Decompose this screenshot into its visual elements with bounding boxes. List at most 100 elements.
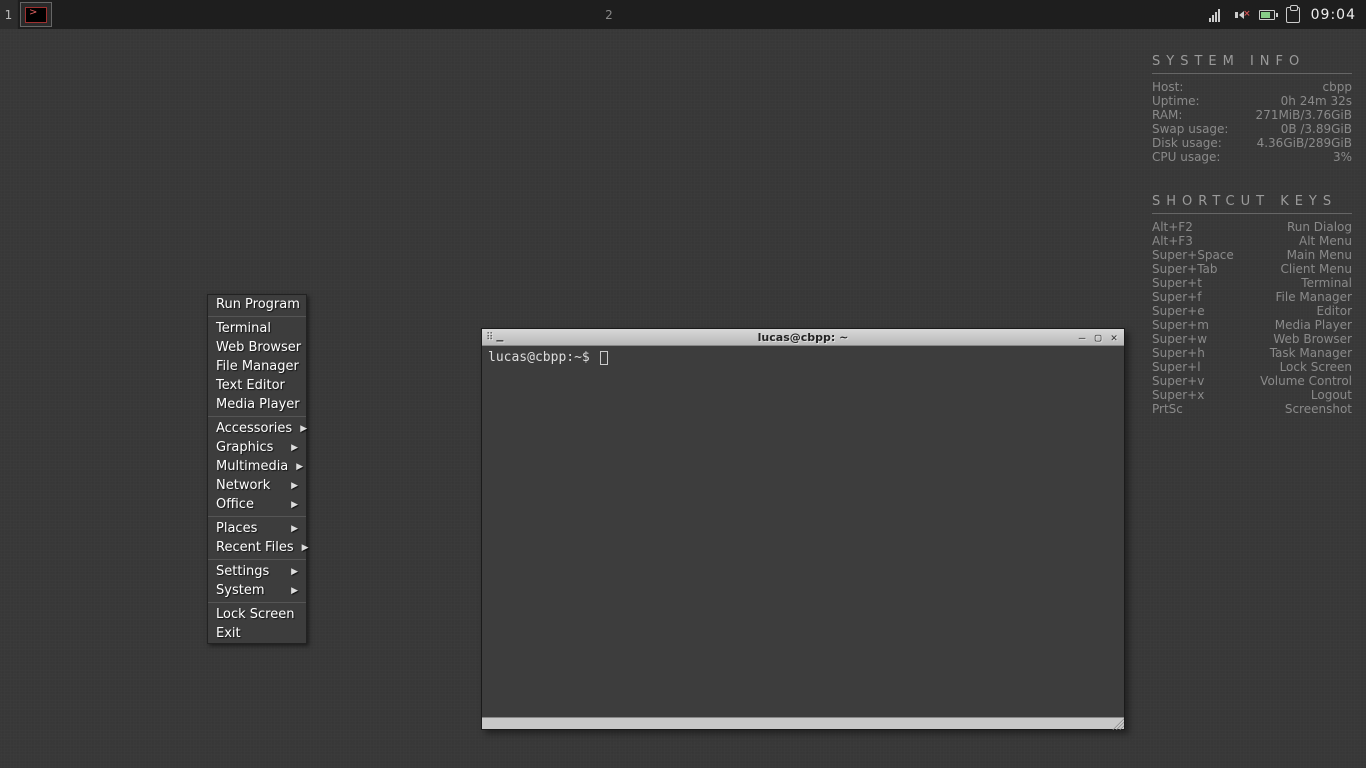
shortcut-row: Super+v Volume Control: [1152, 374, 1352, 388]
submenu-arrow-icon: ▶: [291, 586, 298, 596]
conky-system-info: SYSTEM INFO Host:cbppUptime:0h 24m 32sRA…: [1152, 54, 1352, 164]
menu-item-label: Settings: [216, 564, 269, 579]
window-titlebar[interactable]: ⠿ _ lucas@cbpp: ~ — ▢ ✕: [482, 329, 1124, 346]
submenu-arrow-icon: ▶: [291, 500, 298, 510]
clock[interactable]: 09:04: [1311, 7, 1356, 23]
menu-item-media-player[interactable]: Media Player: [208, 395, 306, 414]
sysinfo-key: Host:: [1152, 80, 1183, 94]
shortcut-value: Web Browser: [1273, 332, 1352, 346]
shortcut-value: Terminal: [1301, 276, 1352, 290]
menu-item-graphics[interactable]: Graphics ▶: [208, 438, 306, 457]
sysinfo-key: RAM:: [1152, 108, 1182, 122]
menu-item-system[interactable]: System ▶: [208, 581, 306, 600]
menu-item-places[interactable]: Places ▶: [208, 519, 306, 538]
submenu-arrow-icon: ▶: [300, 424, 307, 434]
sysinfo-key: Disk usage:: [1152, 136, 1222, 150]
menu-item-label: System: [216, 583, 264, 598]
shortcut-key: Super+Space: [1152, 248, 1234, 262]
workspace-2[interactable]: 2: [600, 0, 618, 29]
shortcut-row: Alt+F3Alt Menu: [1152, 234, 1352, 248]
shortcut-row: Super+e Editor: [1152, 304, 1352, 318]
root-menu: Run Program Terminal Web Browser File Manag…: [207, 294, 307, 644]
taskbar-terminal-icon[interactable]: [20, 2, 52, 27]
shortcut-row: PrtSc Screenshot: [1152, 402, 1352, 416]
menu-item-lock-screen[interactable]: Lock Screen: [208, 605, 306, 624]
shortcut-key: Super+v: [1152, 374, 1204, 388]
sysinfo-row: CPU usage:3%: [1152, 150, 1352, 164]
shortcut-value: File Manager: [1276, 290, 1353, 304]
submenu-arrow-icon: ▶: [291, 443, 298, 453]
menu-item-text-editor[interactable]: Text Editor: [208, 376, 306, 395]
menu-item-network[interactable]: Network▶: [208, 476, 306, 495]
shortcut-value: Media Player: [1275, 318, 1352, 332]
shortcut-key: Super+l: [1152, 360, 1201, 374]
submenu-arrow-icon: ▶: [291, 481, 298, 491]
window-close-button[interactable]: ✕: [1108, 331, 1120, 344]
system-tray: × 09:04: [1207, 0, 1366, 29]
window-shade-icon[interactable]: _: [496, 330, 503, 341]
menu-item-settings[interactable]: Settings▶: [208, 562, 306, 581]
menu-item-label: Web Browser: [216, 340, 301, 355]
terminal-body[interactable]: lucas@cbpp:~$: [482, 346, 1124, 717]
shortcut-key: PrtSc: [1152, 402, 1183, 416]
menu-separator: [208, 316, 306, 317]
menu-item-multimedia[interactable]: Multimedia▶: [208, 457, 306, 476]
sysinfo-row: Disk usage: 4.36GiB/289GiB: [1152, 136, 1352, 150]
shortcut-key: Super+Tab: [1152, 262, 1218, 276]
shortcut-value: Volume Control: [1260, 374, 1352, 388]
window-minimize-button[interactable]: —: [1076, 331, 1088, 344]
sysinfo-key: Uptime:: [1152, 94, 1200, 108]
shortcut-key: Super+e: [1152, 304, 1205, 318]
menu-separator: [208, 602, 306, 603]
menu-item-office[interactable]: Office▶: [208, 495, 306, 514]
menu-item-exit[interactable]: Exit: [208, 624, 306, 643]
terminal-window: ⠿ _ lucas@cbpp: ~ — ▢ ✕ lucas@cbpp:~$: [481, 328, 1125, 730]
shortcut-row: Super+hTask Manager: [1152, 346, 1352, 360]
submenu-arrow-icon: ▶: [291, 524, 298, 534]
menu-item-web-browser[interactable]: Web Browser: [208, 338, 306, 357]
shortcut-key: Alt+F3: [1152, 234, 1193, 248]
shortcut-key: Alt+F2: [1152, 220, 1193, 234]
menu-item-label: Media Player: [216, 397, 300, 412]
shortcut-value: Screenshot: [1285, 402, 1352, 416]
shortcut-value: Logout: [1311, 388, 1352, 402]
menu-item-recent-files[interactable]: Recent Files▶: [208, 538, 306, 557]
clipboard-icon[interactable]: [1285, 7, 1301, 23]
menu-item-label: Multimedia: [216, 459, 288, 474]
menu-item-label: Places: [216, 521, 257, 536]
shortcut-value: Client Menu: [1280, 262, 1352, 276]
top-panel: 1 2 × 09:04: [0, 0, 1366, 29]
shortcut-value: Lock Screen: [1280, 360, 1352, 374]
window-title: lucas@cbpp: ~: [482, 331, 1124, 344]
menu-separator: [208, 416, 306, 417]
network-signal-icon[interactable]: [1207, 7, 1223, 23]
menu-item-label: Run Program: [216, 297, 300, 312]
volume-muted-icon[interactable]: ×: [1233, 7, 1249, 23]
shortcut-key: Super+m: [1152, 318, 1209, 332]
menu-item-terminal[interactable]: Terminal: [208, 319, 306, 338]
menu-item-accessories[interactable]: Accessories▶: [208, 419, 306, 438]
menu-item-label: Exit: [216, 626, 241, 641]
window-menu-icon[interactable]: ⠿: [486, 332, 492, 343]
terminal-scrollbar[interactable]: [1112, 346, 1124, 717]
sysinfo-value: 0B /3.89GiB: [1281, 122, 1352, 136]
shortcut-key: Super+f: [1152, 290, 1201, 304]
system-info-heading: SYSTEM INFO: [1152, 54, 1352, 74]
window-resize-grip[interactable]: [1112, 718, 1124, 730]
window-maximize-button[interactable]: ▢: [1092, 331, 1104, 344]
sysinfo-value: 3%: [1333, 150, 1352, 164]
shortcut-value: Editor: [1316, 304, 1352, 318]
menu-item-file-manager[interactable]: File Manager: [208, 357, 306, 376]
sysinfo-value: 4.36GiB/289GiB: [1257, 136, 1352, 150]
sysinfo-row: Swap usage:0B /3.89GiB: [1152, 122, 1352, 136]
menu-item-label: Recent Files: [216, 540, 294, 555]
shortcut-row: Super+wWeb Browser: [1152, 332, 1352, 346]
menu-item-label: Lock Screen: [216, 607, 294, 622]
battery-icon[interactable]: [1259, 7, 1275, 23]
menu-item-run-program[interactable]: Run Program: [208, 295, 306, 314]
workspace-1[interactable]: 1: [0, 0, 18, 29]
shortcut-row: Super+m Media Player: [1152, 318, 1352, 332]
shortcut-value: Run Dialog: [1287, 220, 1352, 234]
menu-item-label: Graphics: [216, 440, 273, 455]
conky-shortcut-keys: SHORTCUT KEYS Alt+F2Run DialogAlt+F3Alt …: [1152, 194, 1352, 416]
